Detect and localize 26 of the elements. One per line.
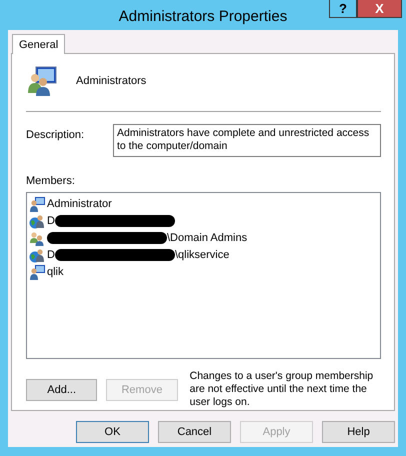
member-name[interactable]: \Domain Admins xyxy=(167,232,248,244)
membership-note: Changes to a user's group membership are not effective until the next time the user logs on. xyxy=(190,370,374,409)
users-computer-icon xyxy=(26,65,58,97)
member-name[interactable]: \qlikservice xyxy=(174,248,230,260)
user-computer-icon xyxy=(29,264,45,280)
members-list[interactable]: Administrator D \Domain Admins D \qlikservice qlik xyxy=(26,192,381,359)
description-field[interactable]: Administrators have complete and unrestricted access to the computer/domain xyxy=(113,124,381,157)
member-name[interactable]: qlik xyxy=(47,266,64,278)
member-button[interactable]: Add... xyxy=(26,378,98,400)
globe-user-icon xyxy=(29,246,45,262)
dialog-button[interactable]: OK xyxy=(76,421,149,443)
member-name[interactable]: D xyxy=(47,214,55,226)
help-button[interactable]: ? xyxy=(329,0,357,18)
tab[interactable]: General xyxy=(12,34,66,54)
group-name: Administrators xyxy=(76,75,146,87)
description-label: Description: xyxy=(26,128,86,141)
member-name[interactable]: Administrator xyxy=(47,198,112,210)
members-label: Members: xyxy=(26,175,76,187)
dialog-button[interactable]: Cancel xyxy=(158,421,231,443)
globe-user-icon xyxy=(29,212,45,228)
user-computer-icon xyxy=(29,196,45,212)
close-button[interactable]: X xyxy=(357,0,402,18)
member-name[interactable]: D xyxy=(47,248,55,260)
window-title: Administrators Properties xyxy=(118,6,288,24)
dialog-button[interactable]: Help xyxy=(322,421,395,443)
two-users-icon xyxy=(29,230,45,246)
